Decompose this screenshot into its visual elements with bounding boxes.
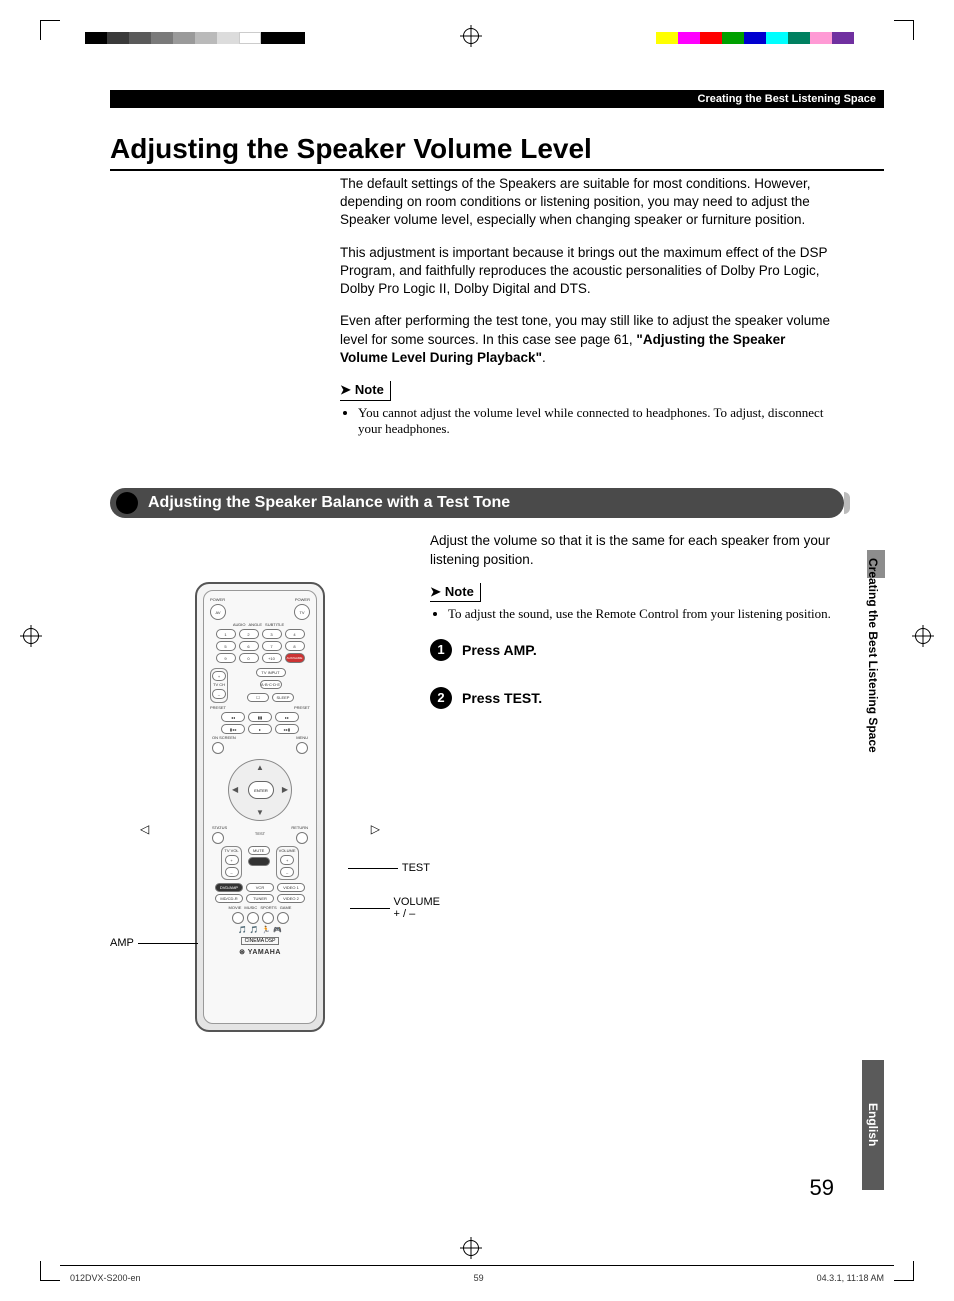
footer-meta: 012DVX-S200-en 59 04.3.1, 11:18 AM [70, 1273, 884, 1283]
note-1-item: You cannot adjust the volume level while… [358, 405, 834, 439]
crop-mark [40, 20, 60, 40]
step-number-icon: 1 [430, 639, 452, 661]
grayscale-bar [85, 32, 305, 44]
remote-control: POWERPOWER AV TV AUDIOANGLESUBTITLE 1234… [195, 582, 325, 1032]
callout-right-arrow-icon: ▷ [371, 822, 380, 836]
dpad: ▲▼◀▶ ENTER [220, 759, 300, 821]
color-bar [656, 32, 854, 44]
volume-button: VOLUME+– [276, 846, 299, 880]
intro-p3: Even after performing the test tone, you… [340, 312, 834, 367]
callout-left-arrow-icon: ◁ [140, 822, 149, 836]
side-tab-section: Creating the Best Listening Space [862, 550, 884, 810]
crop-mark [894, 20, 914, 40]
power-tv-button: TV [294, 604, 310, 620]
footer-rule [60, 1265, 894, 1266]
note-arrow-icon: ➤ [340, 381, 351, 399]
page-title: Adjusting the Speaker Volume Level [110, 133, 884, 171]
test-button [296, 832, 308, 844]
power-av-button: AV [210, 604, 226, 620]
step-2: 2 Press TEST. [430, 687, 834, 709]
note-arrow-icon: ➤ [430, 583, 441, 601]
page-number: 59 [810, 1175, 834, 1201]
header-breadcrumb: Creating the Best Listening Space [110, 90, 884, 108]
intro-p2: This adjustment is important because it … [340, 244, 834, 299]
brand-label: ⊛ YAMAHA [239, 948, 281, 956]
callout-amp: AMP [110, 937, 198, 949]
remote-diagram: ◁ ▷ POWERPOWER AV TV AUDIOANGLESUBTITLE … [110, 532, 410, 1032]
crop-mark [894, 1261, 914, 1281]
callout-volume: VOLUME+ / – [350, 896, 440, 920]
callout-test: TEST [348, 862, 430, 874]
section-heading: Adjusting the Speaker Balance with a Tes… [110, 488, 844, 518]
subintro: Adjust the volume so that it is the same… [430, 532, 834, 568]
registration-mark-icon [20, 625, 42, 647]
step-number-icon: 2 [430, 687, 452, 709]
crop-mark [40, 1261, 60, 1281]
section-bullet-icon [116, 492, 138, 514]
note-1: ➤Note You cannot adjust the volume level… [340, 381, 834, 438]
side-tab-language: English [862, 1060, 884, 1190]
step-1: 1 Press AMP. [430, 639, 834, 661]
note-2: ➤Note To adjust the sound, use the Remot… [430, 583, 834, 623]
amp-button: DVD/AMP [215, 883, 243, 892]
registration-mark-icon [912, 625, 934, 647]
note-2-item: To adjust the sound, use the Remote Cont… [448, 606, 834, 623]
registration-mark-icon [460, 25, 482, 47]
intro-block: The default settings of the Speakers are… [340, 175, 834, 438]
intro-p1: The default settings of the Speakers are… [340, 175, 834, 230]
